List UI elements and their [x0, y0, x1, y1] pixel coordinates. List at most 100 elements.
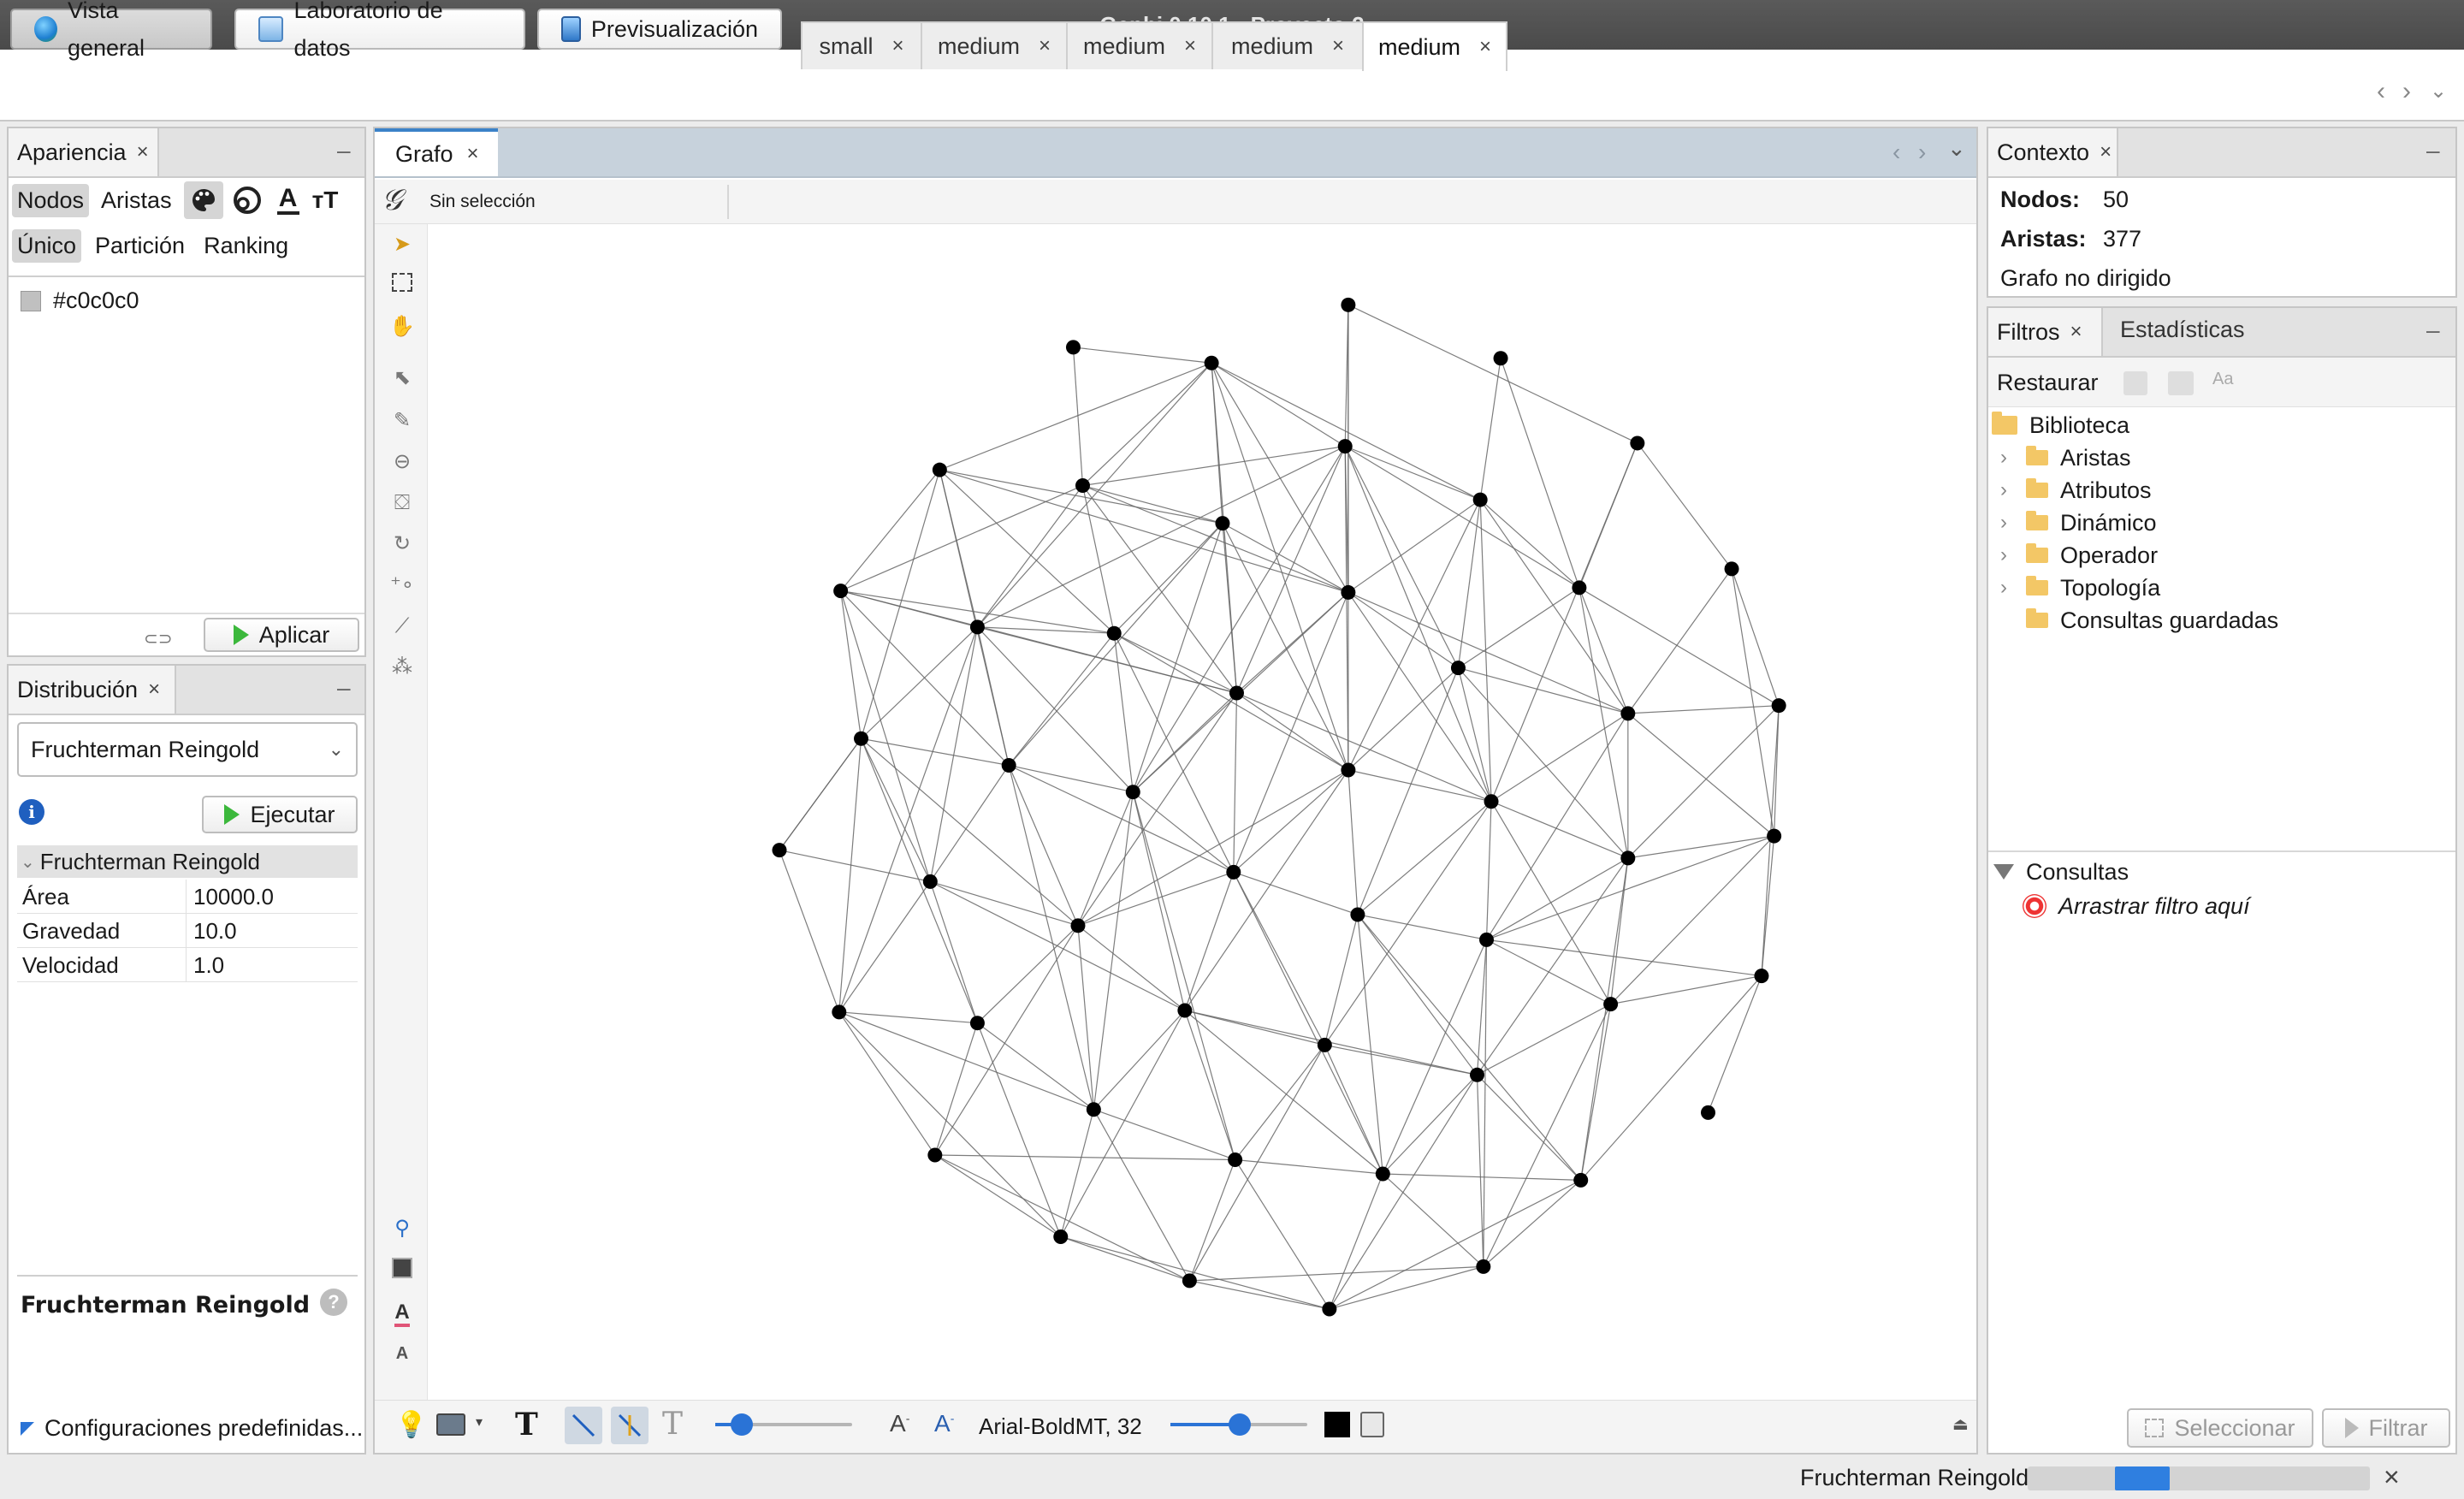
graph-node[interactable] [1086, 1102, 1101, 1117]
graph-node[interactable] [1106, 625, 1122, 641]
graph-node[interactable] [1177, 1003, 1193, 1018]
add-node-icon[interactable]: ⁺∘ [388, 572, 416, 599]
help-icon[interactable]: ? [320, 1289, 347, 1316]
filter-category-attributes[interactable]: › Atributos [2000, 474, 2278, 507]
edit-node-icon[interactable]: ⬉ [388, 364, 416, 392]
graph-node[interactable] [922, 874, 938, 889]
graph-node[interactable] [1603, 997, 1619, 1012]
graph-node[interactable] [1476, 1259, 1491, 1274]
edge-color-icon[interactable] [611, 1407, 649, 1444]
direct-selection-icon[interactable]: ➤ [388, 231, 416, 258]
import-filter-icon[interactable] [2168, 371, 2194, 395]
presets-link[interactable]: Configuraciones predefinidas... [21, 1415, 363, 1442]
clipboard-icon[interactable] [1360, 1412, 1384, 1437]
graph-node[interactable] [1754, 969, 1769, 984]
graph-node[interactable] [772, 843, 787, 858]
mode-preview-button[interactable]: Previsualización [537, 9, 782, 50]
mode-overview-button[interactable]: Vista general [10, 0, 212, 61]
graph-node[interactable] [927, 1147, 943, 1163]
brush-icon[interactable]: ✎ [388, 407, 416, 435]
cancel-task-icon[interactable]: × [2384, 1461, 2400, 1493]
graph-node[interactable] [1620, 850, 1636, 866]
graph-node[interactable] [969, 619, 985, 635]
graph-node[interactable] [1228, 1152, 1243, 1167]
tabs-dropdown-icon[interactable]: ⌄ [2430, 79, 2447, 104]
graph-node[interactable] [1771, 698, 1786, 714]
label-font-icon[interactable]: A [388, 1340, 416, 1367]
tab-scroll-left-icon[interactable]: ‹ [1892, 139, 1900, 166]
tab-edges[interactable]: Aristas [96, 184, 177, 217]
add-edge-icon[interactable]: ⟋ [388, 613, 416, 640]
graph-node[interactable] [1479, 932, 1495, 947]
drag-hand-icon[interactable]: ✋ [388, 313, 416, 341]
tab-unique[interactable]: Único [12, 229, 82, 263]
label-size-slider[interactable] [1170, 1413, 1307, 1436]
eject-icon[interactable]: ⏏ [1952, 1413, 1969, 1435]
minimize-panel-icon[interactable]: – [2426, 317, 2440, 344]
close-icon[interactable]: × [1039, 34, 1051, 58]
apply-button[interactable]: Aplicar [204, 618, 359, 652]
layout-algorithm-select[interactable]: Fruchterman Reingold ⌄ [17, 722, 358, 777]
layout-properties-header[interactable]: ⌄ Fruchterman Reingold [17, 845, 358, 878]
heat-map-icon[interactable]: ↻ [388, 530, 416, 558]
tab-layout[interactable]: Distribución × [9, 666, 176, 714]
tab-nodes[interactable]: Nodos [12, 183, 90, 217]
graph-node[interactable] [1065, 340, 1081, 355]
graph-node[interactable] [1204, 355, 1219, 370]
chevron-right-icon[interactable]: › [2000, 543, 2014, 567]
graph-canvas[interactable] [428, 224, 1976, 1400]
reset-filters-button[interactable]: Restaurar [1997, 370, 2099, 396]
graph-node[interactable] [1630, 435, 1645, 451]
graph-node[interactable] [1229, 685, 1244, 701]
graph-node[interactable] [854, 731, 869, 746]
graph-node[interactable] [1700, 1105, 1715, 1120]
minimize-panel-icon[interactable]: – [2426, 137, 2440, 164]
label-color-swatch[interactable] [1324, 1412, 1350, 1437]
graph-node[interactable] [1724, 561, 1739, 577]
drop-filter-target[interactable]: Arrastrar filtro aquí [2023, 890, 2250, 922]
filter-category-dynamic[interactable]: › Dinámico [2000, 507, 2278, 539]
show-labels-icon[interactable]: T [515, 1407, 538, 1443]
graph-node[interactable] [1341, 297, 1356, 312]
graph-node[interactable] [1767, 828, 1782, 844]
tab-statistics[interactable]: Estadísticas [2120, 317, 2245, 343]
close-icon[interactable]: × [1479, 35, 1491, 59]
label-size-icon[interactable]: тT [312, 187, 339, 214]
filter-category-edges[interactable]: › Aristas [2000, 441, 2278, 474]
select-button[interactable]: Seleccionar [2127, 1408, 2313, 1448]
shortest-path-icon[interactable]: ⊖ [388, 448, 416, 476]
close-icon[interactable]: × [1184, 34, 1196, 58]
node-pencil-icon[interactable]: ⁂ [388, 654, 416, 681]
font-increase-icon[interactable]: A- [934, 1410, 954, 1437]
lightbulb-icon[interactable]: 💡 [395, 1410, 427, 1440]
info-icon[interactable]: i [19, 799, 44, 825]
graph-node[interactable] [1450, 661, 1466, 676]
color-swatch[interactable] [21, 290, 41, 311]
unique-color-row[interactable]: #c0c0c0 [21, 287, 139, 314]
tab-filters[interactable]: Filtros × [1988, 308, 2103, 356]
filter-button[interactable]: Filtrar [2322, 1408, 2450, 1448]
close-icon[interactable]: × [467, 142, 479, 166]
rectangle-selection-icon[interactable] [388, 272, 416, 299]
graph-node[interactable] [1469, 1067, 1484, 1082]
property-row-gravity[interactable]: Gravedad 10.0 [17, 914, 358, 948]
doc-tab-medium-2[interactable]: medium × [1066, 21, 1213, 69]
label-color-icon[interactable]: A [271, 183, 305, 217]
minimize-panel-icon[interactable]: – [337, 137, 351, 164]
graph-node[interactable] [832, 1004, 847, 1020]
graph-node[interactable] [1341, 762, 1356, 778]
tab-ranking[interactable]: Ranking [198, 229, 293, 263]
size-icon[interactable] [230, 183, 264, 217]
graph-node[interactable] [1484, 794, 1499, 809]
graph-node[interactable] [1070, 918, 1086, 933]
graph-node[interactable] [1182, 1273, 1197, 1289]
graph-node[interactable] [932, 462, 947, 477]
graph-node[interactable] [1472, 492, 1488, 507]
doc-tab-medium-1[interactable]: medium × [921, 21, 1068, 69]
link-icon[interactable]: ⊂⊃ [144, 628, 173, 649]
graph-node[interactable] [1573, 1172, 1589, 1188]
graph-node[interactable] [1620, 706, 1636, 721]
label-font-name[interactable]: Arial-BoldMT, 32 [979, 1413, 1142, 1440]
filter-category-topology[interactable]: › Topología [2000, 572, 2278, 604]
font-decrease-icon[interactable]: A- [890, 1410, 909, 1437]
